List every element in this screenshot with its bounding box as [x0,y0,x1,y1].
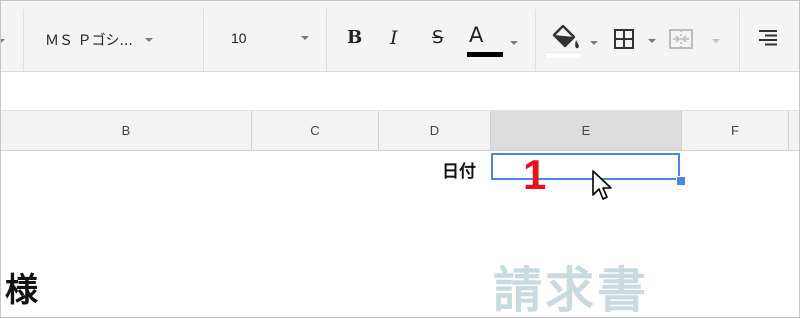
toolbar-separator [203,9,204,71]
merge-caret-icon[interactable] [712,39,720,43]
toolbar: ＭＳ Ｐゴシ... 10 B I S A [1,1,799,72]
fill-handle[interactable] [676,176,686,186]
column-header-D[interactable]: D [379,111,491,151]
date-label: 日付 [442,162,476,182]
fill-color-caret-icon[interactable] [590,41,598,45]
font-size-value: 10 [231,30,247,46]
column-header-C[interactable]: C [252,111,379,151]
font-family-caret-icon [144,38,153,42]
italic-button[interactable]: I [390,27,398,49]
toolbar-separator [23,9,24,71]
step-number-annotation: 1 [523,151,547,198]
toolbar-separator [739,9,740,71]
font-family-value: ＭＳ Ｐゴシ... [45,33,133,49]
strikethrough-button[interactable]: S [432,27,443,48]
formula-bar[interactable] [1,72,799,111]
font-family-dropdown[interactable]: ＭＳ Ｐゴシ... [45,30,153,50]
column-header-F[interactable]: F [682,111,789,151]
toolbar-scroll-left-icon[interactable] [1,39,5,43]
customer-suffix: 様 [5,270,38,309]
font-size-caret-icon [300,36,309,40]
column-header-label: E [581,123,591,138]
font-size-dropdown[interactable]: 10 [231,30,309,46]
mouse-cursor-icon [592,170,612,200]
toolbar-separator [535,9,536,71]
text-color-swatch [467,52,503,57]
text-color-icon: A [469,23,484,47]
borders-caret-icon[interactable] [648,39,656,43]
column-header-label: D [429,123,440,138]
bold-button[interactable]: B [347,27,362,48]
selected-cell-e[interactable] [491,153,680,180]
column-header-label: B [121,123,131,138]
column-header-next[interactable] [789,111,799,151]
column-header-label: F [731,123,739,138]
invoice-title-watermark: 請求書 [493,262,650,318]
italic-icon: I [390,27,398,49]
text-color-caret-icon[interactable] [510,41,518,45]
bold-icon: B [347,27,363,48]
column-header-E[interactable]: E [491,111,682,151]
text-color-button[interactable]: A [469,23,483,47]
merge-cells-icon[interactable] [669,29,693,49]
toolbar-separator [326,9,327,71]
fill-color-swatch [546,52,580,58]
column-header-B[interactable]: B [1,111,252,151]
align-icon[interactable] [757,29,779,49]
strikethrough-icon: S [432,27,444,48]
column-header-label: C [310,123,320,138]
spreadsheet-window: ＭＳ Ｐゴシ... 10 B I S A B C D E F 日付 1 様 請求… [0,0,800,318]
borders-icon[interactable] [614,29,634,49]
